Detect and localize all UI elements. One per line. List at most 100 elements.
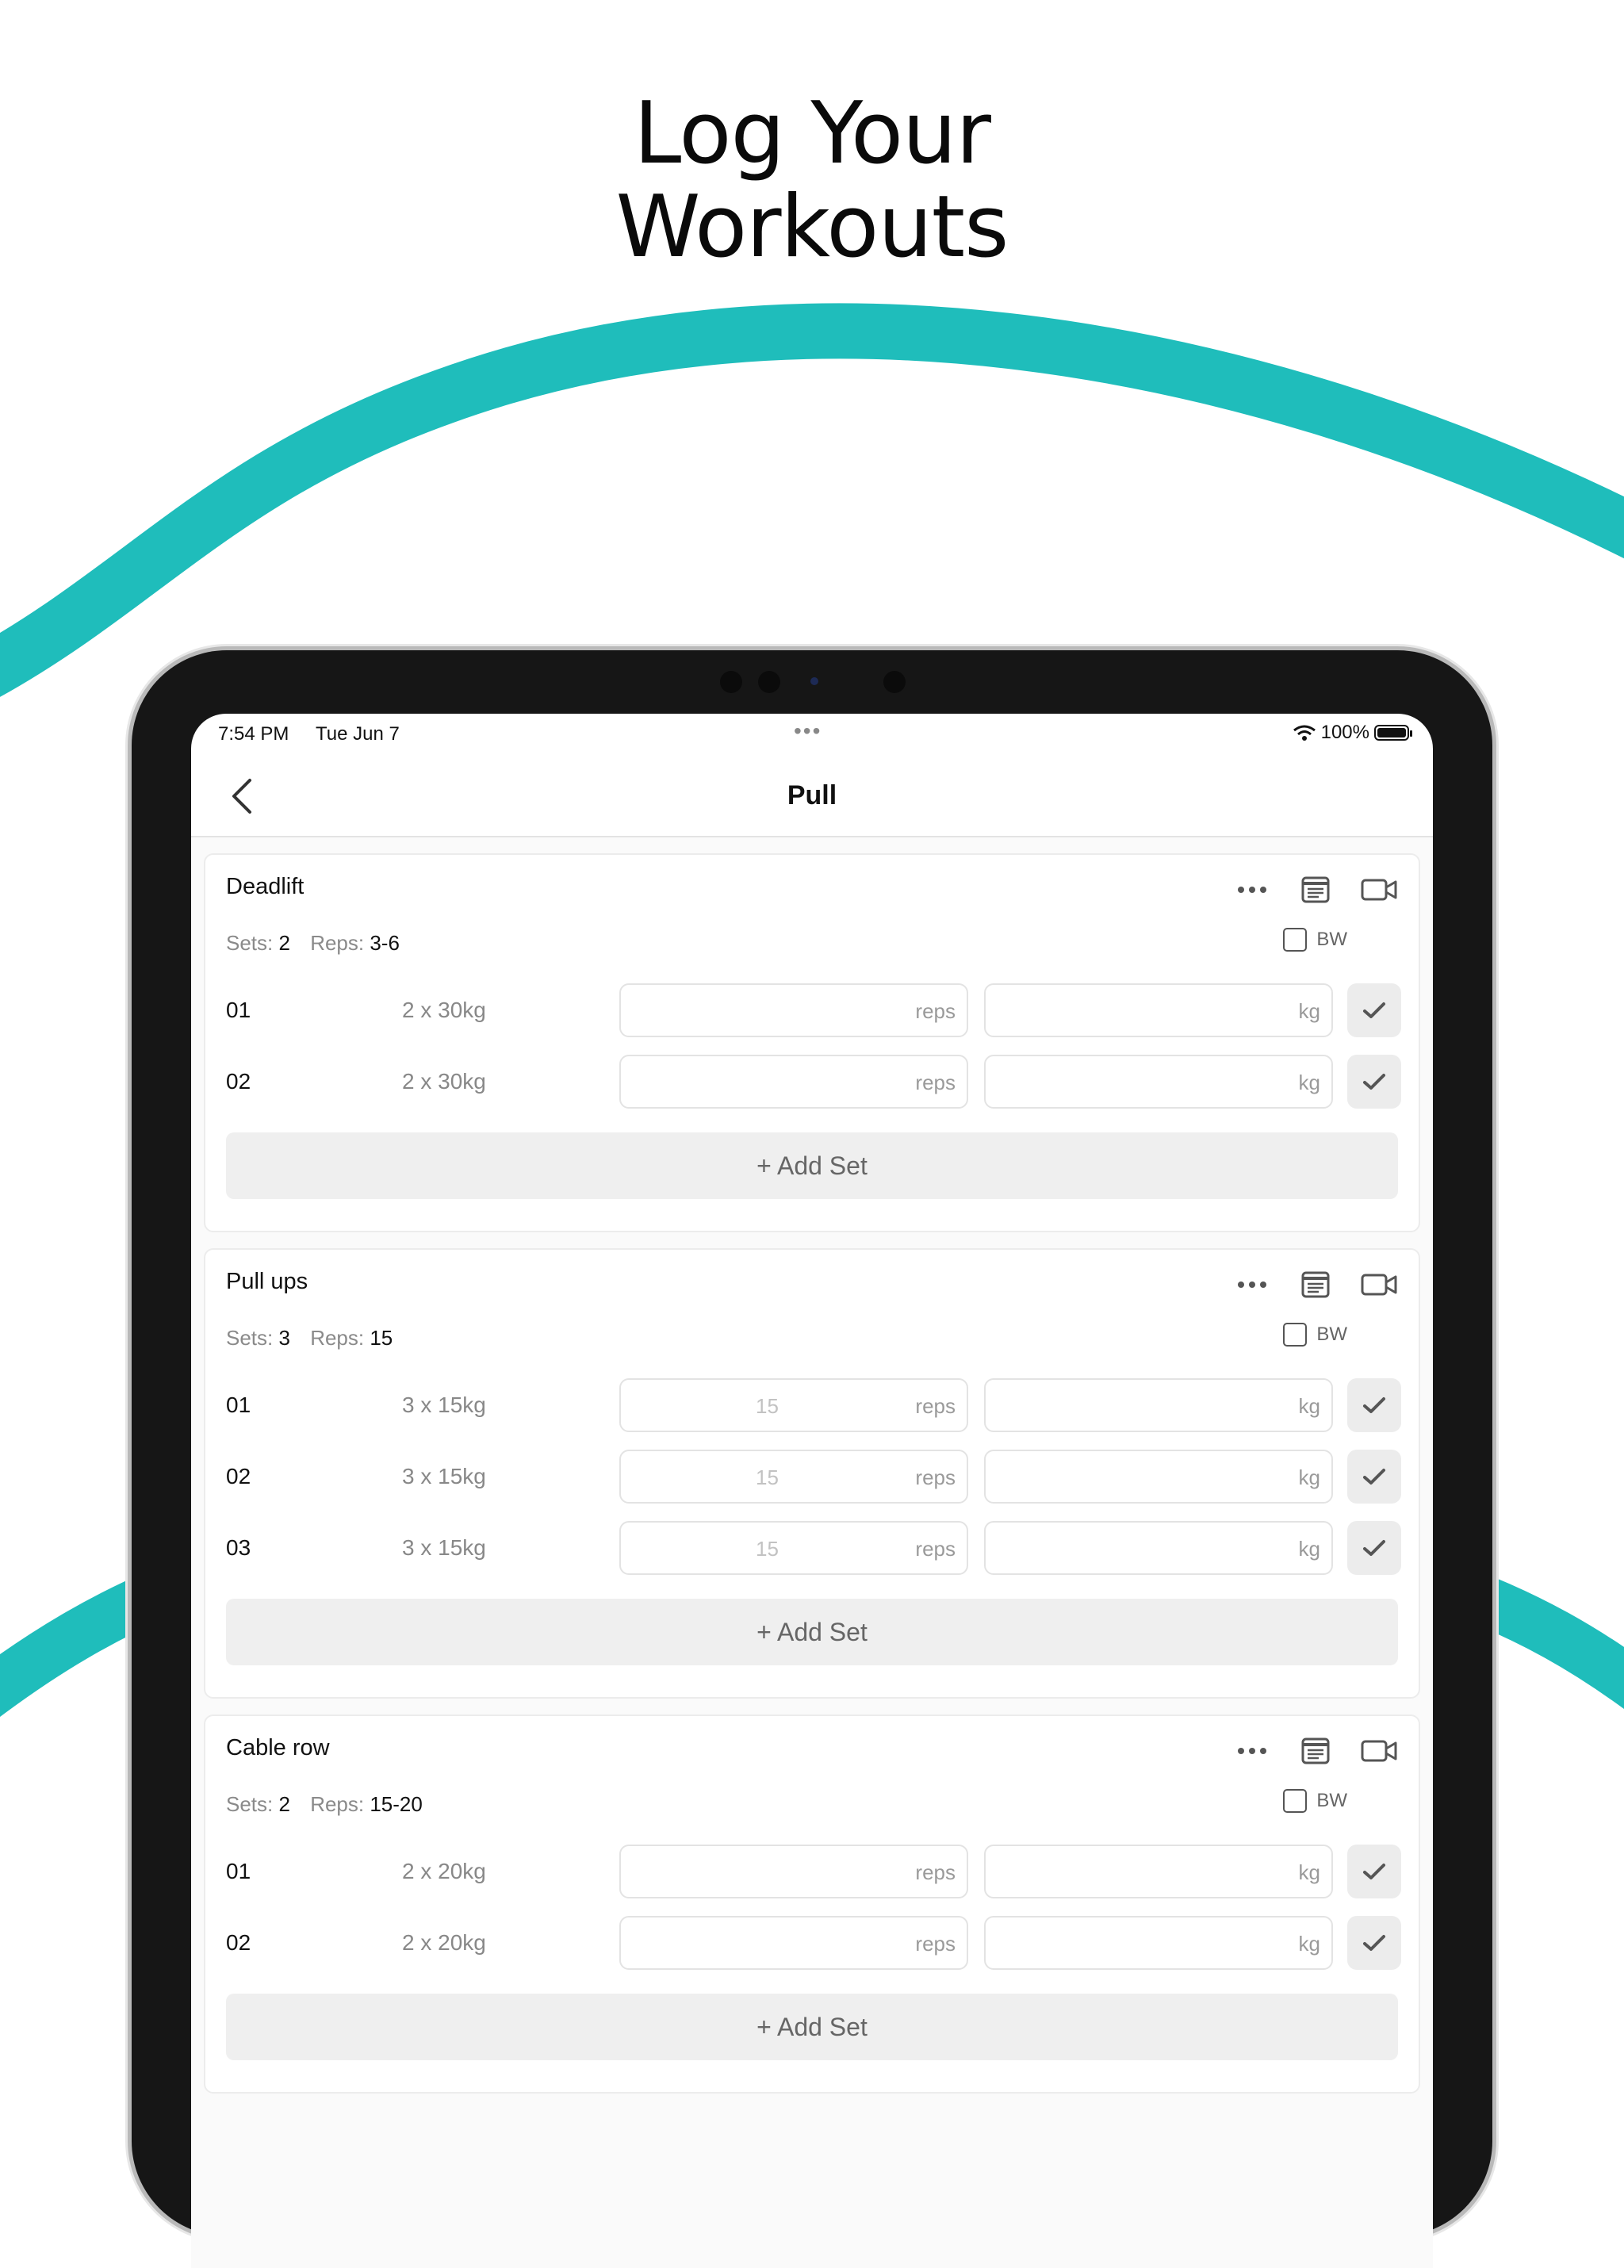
kg-placeholder: kg [1298,1537,1320,1561]
checkmark-icon [1362,1396,1386,1415]
complete-set-button[interactable] [1347,1055,1401,1109]
reps-prefill: 15 [756,1465,779,1489]
set-number: 02 [226,1464,251,1488]
set-number: 01 [226,1393,251,1417]
reps-prefill: 15 [756,1394,779,1418]
sets-label: Sets: [226,931,274,955]
exercise-name: Pull ups [226,1269,308,1294]
kg-placeholder: kg [1298,1932,1320,1956]
complete-set-button[interactable] [1347,983,1401,1037]
reps-label: Reps: [310,931,365,955]
checkmark-icon [1362,1001,1386,1020]
bw-checkbox[interactable] [1283,1323,1308,1347]
reps-label: Reps: [310,1326,365,1350]
reps-prefill: 15 [756,1537,779,1561]
status-bar: 7:54 PM Tue Jun 7 ••• 100% [191,714,1433,753]
weight-input[interactable]: kg [984,1916,1333,1970]
reps-input[interactable]: reps [619,1916,968,1970]
reps-label: Reps: [310,1792,365,1816]
sets-value: 2 [278,1792,290,1816]
video-icon[interactable] [1357,872,1401,907]
more-options-icon[interactable] [1230,1267,1274,1302]
add-set-button[interactable]: + Add Set [226,1599,1398,1665]
reps-placeholder: reps [915,999,956,1023]
set-target: 3 x 15kg [402,1464,486,1488]
sensor-dot [758,671,780,693]
more-options-icon[interactable] [1230,872,1274,907]
complete-set-button[interactable] [1347,1450,1401,1504]
reps-placeholder: reps [915,1465,956,1489]
page-title: Pull [787,780,837,810]
kg-placeholder: kg [1298,1465,1320,1489]
more-options-icon[interactable] [1230,1734,1274,1768]
set-target: 3 x 15kg [402,1535,486,1560]
video-icon[interactable] [1357,1734,1401,1768]
exercise-meta: Sets: 2 Reps: 3-6 [226,931,414,956]
weight-input[interactable]: kg [984,1378,1333,1432]
reps-placeholder: reps [915,1932,956,1956]
exercise-card: Pull ups Sets: 3 Reps: 15 BW 01 3 x 15kg… [204,1248,1420,1699]
checkmark-icon [1362,1933,1386,1952]
set-row: 03 3 x 15kg 15 reps kg [226,1521,1401,1576]
set-target: 3 x 15kg [402,1393,486,1417]
sets-label: Sets: [226,1326,274,1350]
bw-checkbox[interactable] [1283,1789,1308,1813]
reps-value: 15 [370,1326,393,1350]
status-right: 100% [1293,722,1412,744]
weight-input[interactable]: kg [984,1845,1333,1898]
reps-input[interactable]: 15 reps [619,1450,968,1504]
add-set-button[interactable]: + Add Set [226,1994,1398,2060]
kg-placeholder: kg [1298,999,1320,1023]
weight-input[interactable]: kg [984,1521,1333,1575]
set-row: 01 2 x 20kg reps kg [226,1845,1401,1900]
set-target: 2 x 20kg [402,1930,486,1955]
complete-set-button[interactable] [1347,1378,1401,1432]
reps-placeholder: reps [915,1537,956,1561]
weight-input[interactable]: kg [984,1450,1333,1504]
reps-input[interactable]: 15 reps [619,1521,968,1575]
set-row: 02 2 x 30kg reps kg [226,1055,1401,1110]
bodyweight-toggle[interactable]: BW [1283,928,1347,952]
set-number: 01 [226,998,251,1022]
sets-value: 3 [278,1326,290,1350]
set-number: 02 [226,1930,251,1955]
reps-value: 15-20 [370,1792,423,1816]
notes-icon[interactable] [1293,872,1338,907]
status-date: Tue Jun 7 [316,723,400,745]
set-target: 2 x 30kg [402,998,486,1022]
complete-set-button[interactable] [1347,1916,1401,1970]
set-row: 02 2 x 20kg reps kg [226,1916,1401,1971]
front-camera-icon [810,677,818,685]
exercise-actions [1230,1267,1401,1302]
bw-label: BW [1316,1324,1347,1345]
wifi-icon [1293,725,1316,741]
video-icon[interactable] [1357,1267,1401,1302]
bodyweight-toggle[interactable]: BW [1283,1789,1347,1813]
add-set-button[interactable]: + Add Set [226,1132,1398,1199]
checkmark-icon [1362,1467,1386,1486]
exercise-card: Deadlift Sets: 2 Reps: 3-6 BW 01 2 x 30k… [204,853,1420,1232]
reps-input[interactable]: reps [619,1055,968,1109]
checkmark-icon [1362,1538,1386,1557]
bw-checkbox[interactable] [1283,928,1308,952]
weight-input[interactable]: kg [984,1055,1333,1109]
reps-input[interactable]: 15 reps [619,1378,968,1432]
checkmark-icon [1362,1072,1386,1091]
notes-icon[interactable] [1293,1734,1338,1768]
complete-set-button[interactable] [1347,1521,1401,1575]
reps-input[interactable]: reps [619,1845,968,1898]
kg-placeholder: kg [1298,1860,1320,1884]
set-row: 02 3 x 15kg 15 reps kg [226,1450,1401,1505]
reps-placeholder: reps [915,1394,956,1418]
bw-label: BW [1316,1790,1347,1811]
notes-icon[interactable] [1293,1267,1338,1302]
status-time: 7:54 PM [218,723,289,745]
reps-placeholder: reps [915,1071,956,1094]
set-row: 01 2 x 30kg reps kg [226,983,1401,1039]
reps-input[interactable]: reps [619,983,968,1037]
sensor-dot [720,671,742,693]
weight-input[interactable]: kg [984,983,1333,1037]
bodyweight-toggle[interactable]: BW [1283,1323,1347,1347]
complete-set-button[interactable] [1347,1845,1401,1898]
multitasking-dots[interactable]: ••• [794,718,822,744]
